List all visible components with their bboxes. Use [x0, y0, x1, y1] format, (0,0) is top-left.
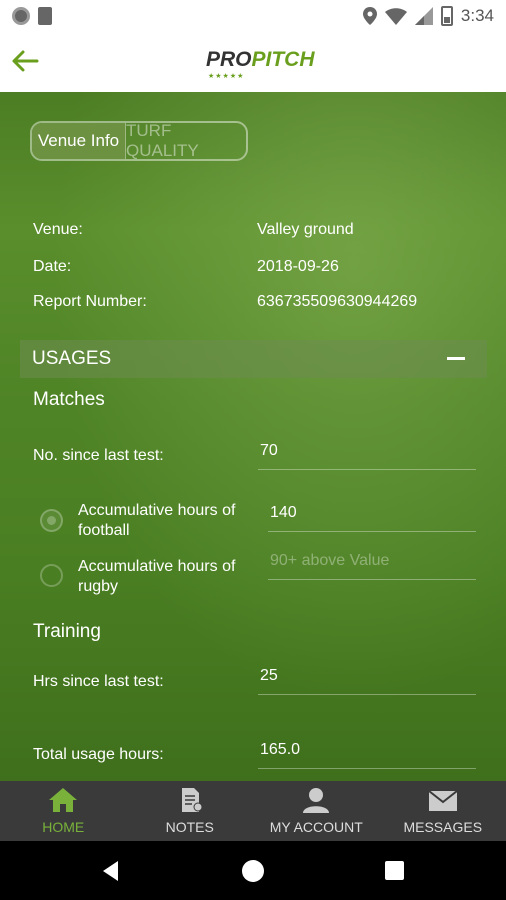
- report-number-value: 636735509630944269: [257, 293, 418, 310]
- account-icon: [303, 788, 330, 813]
- system-home-icon[interactable]: [242, 860, 264, 882]
- nav-my-account-label: MY ACCOUNT: [269, 819, 363, 835]
- status-time: 3:34: [460, 6, 494, 25]
- football-radio[interactable]: [40, 509, 63, 532]
- report-number-label: Report Number:: [33, 293, 147, 310]
- total-usage-hours-input[interactable]: 165.0: [258, 739, 476, 769]
- no-since-last-test-label: No. since last test:: [33, 447, 164, 464]
- usages-title: USAGES: [32, 348, 112, 369]
- logo-stars: ★★★★★: [208, 73, 245, 80]
- training-heading: Training: [33, 621, 101, 642]
- rugby-hours-input[interactable]: 90+ above Value: [268, 550, 476, 580]
- bottom-nav: HOME NOTES MY ACCOUNT MESSAGES: [0, 781, 506, 841]
- logo-pitch-text: PITCH: [251, 48, 315, 71]
- no-since-last-test-input[interactable]: 70: [258, 440, 476, 470]
- football-hours-input[interactable]: 140: [268, 502, 476, 532]
- matches-heading: Matches: [33, 389, 105, 410]
- app-bar: PROPITCH ★★★★★: [0, 32, 506, 92]
- location-pin-icon: [362, 7, 377, 25]
- status-right: 3:34: [362, 6, 494, 26]
- sd-card-icon: [38, 7, 52, 25]
- tab-venue-info[interactable]: Venue Info: [32, 123, 126, 159]
- wifi-icon: [384, 8, 407, 25]
- nav-messages[interactable]: MESSAGES: [380, 781, 506, 841]
- status-bar: 3:34: [0, 0, 506, 32]
- date-value: 2018-09-26: [257, 258, 339, 275]
- propitch-logo: PROPITCH ★★★★★: [206, 48, 315, 80]
- nav-notes[interactable]: NOTES: [127, 781, 254, 841]
- system-nav-bar: [0, 841, 506, 900]
- arrow-left-icon[interactable]: [10, 46, 40, 76]
- notes-icon: [181, 788, 203, 812]
- envelope-icon: [428, 790, 458, 811]
- venue-value: Valley ground: [257, 221, 354, 238]
- nav-home[interactable]: HOME: [0, 781, 127, 841]
- system-recents-icon[interactable]: [385, 861, 404, 880]
- hrs-since-last-test-label: Hrs since last test:: [33, 673, 164, 690]
- rugby-radio-label: Accumulative hours of rugby: [78, 558, 236, 595]
- nav-home-label: HOME: [42, 819, 85, 835]
- venue-label: Venue:: [33, 221, 83, 238]
- minus-icon[interactable]: [447, 357, 465, 360]
- usages-section-header[interactable]: USAGES: [20, 340, 487, 378]
- home-icon: [49, 788, 78, 812]
- tab-turf-quality[interactable]: TURF QUALITY: [126, 123, 246, 159]
- rugby-radio[interactable]: [40, 564, 63, 587]
- total-usage-hours-label: Total usage hours:: [33, 746, 164, 763]
- date-label: Date:: [33, 258, 72, 275]
- nav-notes-label: NOTES: [165, 819, 214, 835]
- tab-switcher: Venue Info TURF QUALITY: [30, 121, 248, 161]
- cell-signal-icon: [414, 7, 433, 25]
- system-back-icon[interactable]: [100, 860, 122, 882]
- logo-pro-text: PRO: [206, 48, 252, 71]
- main-content: Venue Info TURF QUALITY Venue: Valley gr…: [0, 92, 506, 781]
- hrs-since-last-test-input[interactable]: 25: [258, 665, 476, 695]
- status-left: [12, 7, 52, 25]
- football-radio-label: Accumulative hours of football: [78, 502, 236, 539]
- nav-messages-label: MESSAGES: [403, 819, 483, 835]
- battery-icon: [440, 6, 453, 26]
- circle-notification-icon: [12, 7, 30, 25]
- nav-my-account[interactable]: MY ACCOUNT: [253, 781, 380, 841]
